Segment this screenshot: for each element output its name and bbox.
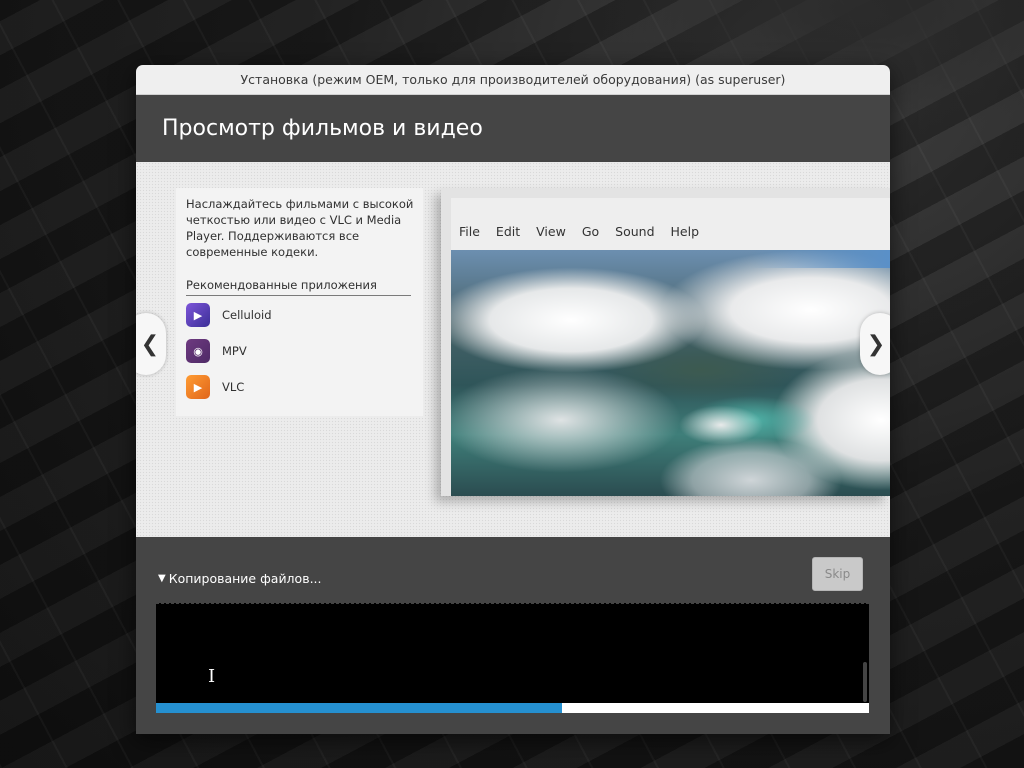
terminal-scrollbar[interactable] (863, 662, 867, 702)
triangle-down-icon: ▼ (158, 573, 166, 584)
vlc-icon: ▶ (186, 375, 210, 399)
app-item-celluloid: ▶ Celluloid (186, 303, 272, 327)
previous-slide-button[interactable]: ❮ (136, 313, 166, 375)
app-name: VLC (222, 380, 245, 394)
skip-button[interactable]: Skip (812, 557, 863, 591)
app-name: MPV (222, 344, 247, 358)
menu-edit: Edit (495, 224, 521, 239)
chevron-right-icon: ❯ (866, 331, 886, 357)
player-menubar: File Edit View Go Sound Help (451, 224, 707, 250)
installer-window: Установка (режим OEM, только для произво… (136, 65, 890, 734)
page-title: Просмотр фильмов и видео (162, 116, 483, 141)
terminal-output[interactable]: I (156, 603, 869, 703)
progress-bar (156, 703, 869, 713)
menu-view: View (536, 224, 566, 239)
menu-file: File (459, 224, 480, 239)
details-expander[interactable]: ▼ Копирование файлов... (158, 571, 322, 586)
chevron-left-icon: ❮ (140, 331, 160, 357)
app-item-vlc: ▶ VLC (186, 375, 244, 399)
slide-header: Просмотр фильмов и видео (136, 95, 890, 162)
video-frame-image (451, 250, 890, 496)
menu-sound: Sound (615, 224, 655, 239)
progress-section: ▼ Копирование файлов... Skip I (136, 537, 890, 734)
progress-bar-fill (156, 703, 563, 713)
app-item-mpv: ◉ MPV (186, 339, 247, 363)
menu-go: Go (581, 224, 600, 239)
menu-help: Help (670, 224, 700, 239)
celluloid-icon: ▶ (186, 303, 210, 327)
player-window: File Edit View Go Sound Help (451, 198, 890, 496)
mpv-icon: ◉ (186, 339, 210, 363)
app-name: Celluloid (222, 308, 272, 322)
info-box: Наслаждайтесь фильмами с высокой четкост… (176, 188, 423, 416)
text-cursor-icon: I (208, 666, 216, 687)
recommended-apps-label: Рекомендованные приложения (186, 278, 411, 296)
progress-status: Копирование файлов... (168, 571, 322, 586)
window-titlebar[interactable]: Установка (режим OEM, только для произво… (136, 65, 890, 95)
next-slide-button[interactable]: ❯ (860, 313, 890, 375)
window-title: Установка (режим OEM, только для произво… (240, 72, 786, 87)
slide-description: Наслаждайтесь фильмами с высокой четкост… (186, 197, 414, 259)
slideshow-panel: Наслаждайтесь фильмами с высокой четкост… (136, 162, 890, 537)
video-player-screenshot: File Edit View Go Sound Help (441, 188, 890, 496)
